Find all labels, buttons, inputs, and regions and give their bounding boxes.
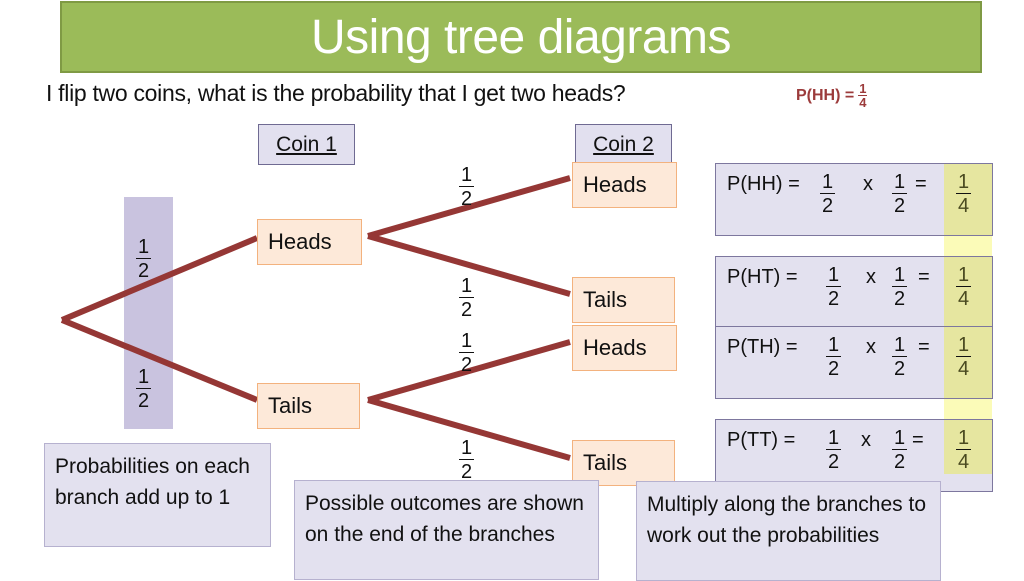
prob-ht: 1 2 xyxy=(459,275,475,321)
multiply-sign: x xyxy=(861,429,871,451)
multiply-sign: x xyxy=(866,266,876,288)
calc-factor-b: 12 xyxy=(892,334,908,380)
branch-first-heads xyxy=(60,235,259,323)
prob-first-tails: 1 2 xyxy=(136,366,152,412)
node-coin2-tails-1: Tails xyxy=(572,277,675,323)
multiply-sign: x xyxy=(863,173,873,195)
equals-sign: = xyxy=(918,266,930,288)
equals-sign: = xyxy=(915,173,927,195)
calc-factor-a: 12 xyxy=(826,334,842,380)
note-multiply: Multiply along the branches to work out … xyxy=(636,481,941,581)
calc-label: P(HT) = xyxy=(727,266,798,288)
equals-sign: = xyxy=(918,336,930,358)
calc-factor-b: 12 xyxy=(892,427,908,473)
calc-result: 14 xyxy=(956,334,972,380)
calc-factor-a: 12 xyxy=(820,171,836,217)
calc-box-hh: P(HH) = 12 x 12 = 14 xyxy=(715,163,993,236)
node-coin1-tails: Tails xyxy=(257,383,360,429)
calc-box-ht: P(HT) = 12 x 12 = 14 xyxy=(715,256,993,328)
calc-label: P(HH) = xyxy=(727,173,800,195)
prob-tt: 1 2 xyxy=(459,437,475,483)
calc-factor-a: 12 xyxy=(826,264,842,310)
calc-result: 14 xyxy=(956,264,972,310)
multiply-sign: x xyxy=(866,336,876,358)
calc-factor-a: 12 xyxy=(826,427,842,473)
branch-first-tails xyxy=(60,317,259,403)
calc-label: P(TH) = xyxy=(727,336,798,358)
calc-result: 14 xyxy=(956,427,972,473)
calc-factor-b: 12 xyxy=(892,264,908,310)
node-coin2-heads-1: Heads xyxy=(572,162,677,208)
calc-factor-b: 12 xyxy=(892,171,908,217)
equals-sign: = xyxy=(912,429,924,451)
prob-first-heads: 1 2 xyxy=(136,236,152,282)
node-coin2-heads-2: Heads xyxy=(572,325,677,371)
calc-result: 14 xyxy=(956,171,972,217)
calc-label: P(TT) = xyxy=(727,429,796,451)
calc-box-th: P(TH) = 12 x 12 = 14 xyxy=(715,326,993,399)
prob-hh: 1 2 xyxy=(459,164,475,210)
note-outcomes: Possible outcomes are shown on the end o… xyxy=(294,480,599,580)
prob-th: 1 2 xyxy=(459,330,475,376)
node-coin1-heads: Heads xyxy=(257,219,362,265)
note-branch-sum: Probabilities on each branch add up to 1 xyxy=(44,443,271,547)
